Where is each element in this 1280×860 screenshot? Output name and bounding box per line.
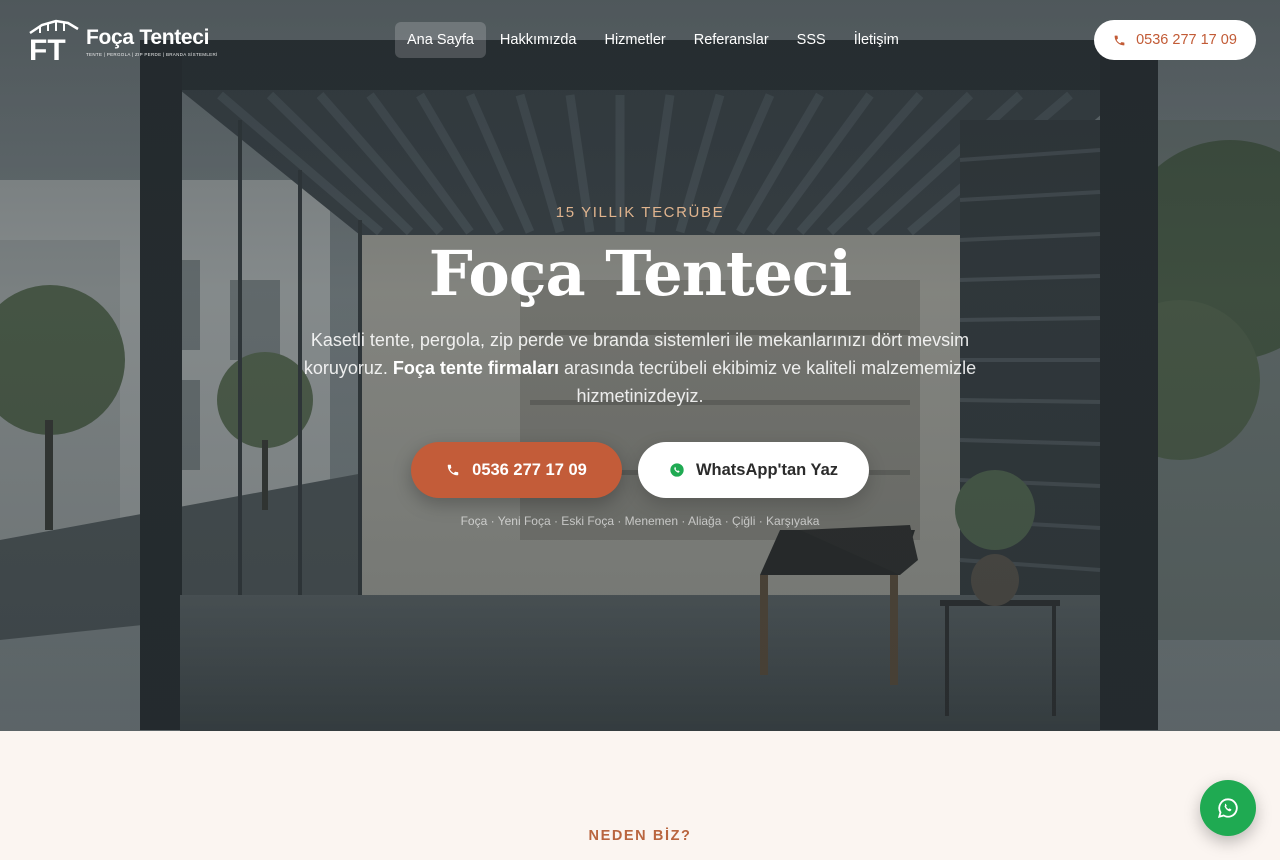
nav-item-ana-sayfa[interactable]: Ana Sayfa [395,22,486,58]
logo-tagline: TENTE | PERGOLA | ZIP PERDE | BRANDA SİS… [86,51,218,57]
nav-item-hakkimizda[interactable]: Hakkımızda [486,22,591,58]
hero-eyebrow: 15 YILLIK TECRÜBE [555,204,725,221]
nav-item-sss[interactable]: SSS [783,22,840,58]
whatsapp-button-label: WhatsApp'tan Yaz [695,460,839,479]
whatsapp-icon [1217,798,1238,819]
logo-name: Foça Tenteci [86,25,210,49]
call-button[interactable]: 0536 277 17 09 [411,442,622,498]
hero-desc-part2: arasında tecrübeli ekibimiz ve kaliteli … [563,358,977,406]
whatsapp-button[interactable]: WhatsApp'tan Yaz [638,442,869,498]
hero-description: Kasetli tente, pergola, zip perde ve bra… [290,326,990,410]
header-phone-label: 0536 277 17 09 [1136,32,1237,48]
header-phone-button[interactable]: 0536 277 17 09 [1094,20,1256,60]
nav-item-iletisim[interactable]: İletişim [840,22,913,58]
nav-item-referanslar[interactable]: Referanslar [680,22,783,58]
hero-title: Foça Tenteci [428,237,852,310]
logo-mark-icon: FT [29,19,79,63]
phone-icon [1114,35,1125,45]
logo-monogram: FT [29,34,66,63]
nav-item-hizmetler[interactable]: Hizmetler [590,22,679,58]
site-logo[interactable]: FT Foça Tenteci TENTE | PERGOLA | ZIP PE… [28,18,218,64]
phone-icon [447,464,459,476]
section-label-neden-biz: NEDEN BİZ? [588,828,692,844]
whatsapp-icon [670,463,684,477]
main-nav: Ana Sayfa Hakkımızda Hizmetler Referansl… [395,22,913,58]
logo-text: Foça Tenteci TENTE | PERGOLA | ZIP PERDE… [86,26,218,57]
call-button-label: 0536 277 17 09 [472,460,587,479]
whatsapp-float-button[interactable] [1200,780,1256,836]
service-regions: Foça · Yeni Foça · Eski Foça · Menemen ·… [460,514,820,528]
hero-desc-bold[interactable]: Foça tente firmaları [393,358,559,378]
